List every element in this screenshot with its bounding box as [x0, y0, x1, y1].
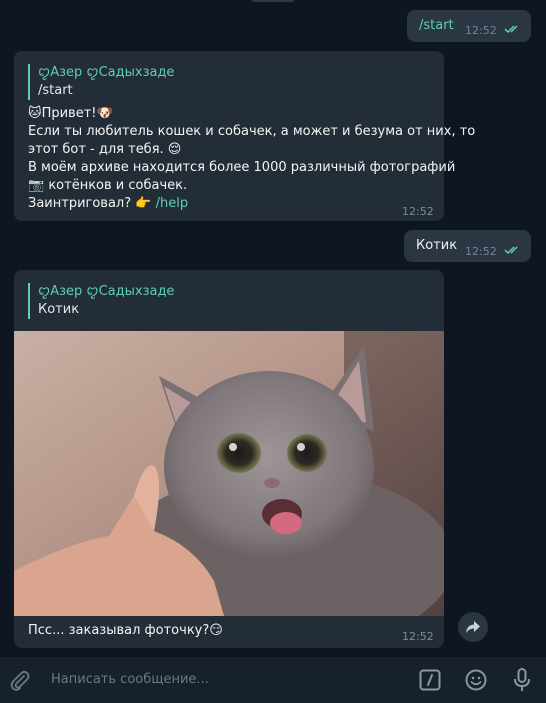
- message-time: 12:52: [402, 205, 434, 218]
- microphone-icon: [514, 668, 530, 691]
- message-input-placeholder[interactable]: Написать сообщение...: [51, 672, 209, 687]
- message-line: В моём архиве находится более 1000 разли…: [28, 160, 456, 175]
- smirk-emoji-icon: 😏: [209, 623, 223, 638]
- message-text: /start: [419, 18, 454, 33]
- message-composer: Написать сообщение...: [0, 657, 546, 703]
- kitten-photo[interactable]: [14, 331, 444, 616]
- reply-text: Котик: [38, 302, 80, 317]
- reply-quote[interactable]: ꨄАзер ꨄСадыхзаде Котик: [28, 283, 174, 319]
- message-time: 12:52: [402, 630, 434, 643]
- message-body: 🐱Привет!🐶 Если ты любитель кошек и собач…: [28, 105, 475, 213]
- message-line: этот бот - для тебя.: [28, 142, 164, 157]
- reply-author: ꨄАзер ꨄСадыхзаде: [38, 284, 175, 299]
- message-line: Если ты любитель кошек и собачек, а може…: [28, 124, 476, 139]
- reply-text: /start: [38, 83, 73, 98]
- scroll-top-indicator: [252, 0, 294, 2]
- kitten-image: [14, 331, 444, 616]
- outgoing-message-kitty[interactable]: Котик 12:52: [404, 230, 531, 262]
- outgoing-message-start[interactable]: /start 12:52: [407, 10, 531, 42]
- emoji-icon: [465, 669, 487, 691]
- incoming-message-greeting[interactable]: ꨄАзер ꨄСадыхзаде /start 🐱Привет!🐶 Если т…: [14, 51, 475, 221]
- camera-emoji-icon: 📷: [28, 178, 45, 193]
- reply-quote[interactable]: ꨄАзер ꨄСадыхзаде /start: [28, 64, 174, 100]
- message-line: Привет!: [41, 106, 97, 121]
- cat-emoji-icon: 🐱: [28, 106, 42, 121]
- message-line: Заинтриговал?: [28, 196, 132, 211]
- help-command-link[interactable]: /help: [156, 196, 188, 211]
- message-line: котёнков и собачек.: [48, 178, 188, 193]
- attach-icon: [10, 670, 30, 691]
- relieved-emoji-icon: 😌: [167, 142, 182, 157]
- dog-emoji-icon: 🐶: [96, 106, 113, 121]
- chat-area[interactable]: /start 12:52 ꨄАзер ꨄСадыхзаде /start 🐱Пр…: [0, 0, 546, 657]
- pointing-emoji-icon: 👉: [135, 196, 152, 211]
- message-text: Котик: [416, 238, 458, 253]
- attach-button[interactable]: [6, 667, 34, 695]
- bot-command-button[interactable]: [416, 666, 444, 694]
- forward-button[interactable]: [458, 612, 488, 642]
- photo-caption: Псс... заказывал фоточку?😏: [28, 623, 223, 638]
- message-time: 12:52: [465, 245, 497, 258]
- message-time: 12:52: [465, 24, 497, 37]
- bot-command-icon: [419, 669, 441, 691]
- voice-message-button[interactable]: [508, 666, 536, 694]
- reply-author: ꨄАзер ꨄСадыхзаде: [38, 65, 175, 80]
- share-icon: [466, 621, 480, 633]
- emoji-button[interactable]: [462, 666, 490, 694]
- double-check-icon: [504, 246, 518, 255]
- double-check-icon: [504, 25, 518, 34]
